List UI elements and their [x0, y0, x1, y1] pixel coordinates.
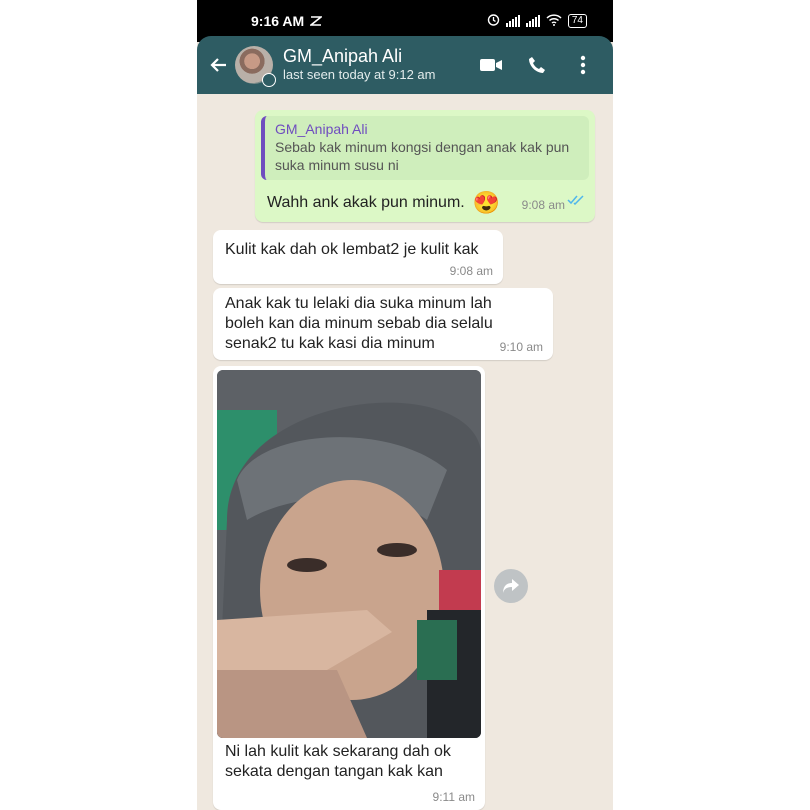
message-time: 9:11 am — [432, 790, 475, 804]
avatar[interactable] — [235, 46, 276, 87]
signal-icon — [505, 15, 520, 27]
wifi-icon — [546, 13, 562, 29]
image-caption: Ni lah kulit kak sekarang dah ok sekata … — [225, 743, 451, 780]
message-image[interactable]: Ni lah kulit kak sekarang dah ok sekata … — [213, 366, 485, 810]
more-vertical-icon[interactable] — [569, 51, 597, 79]
video-call-icon[interactable] — [477, 51, 505, 79]
photo-selfie[interactable] — [217, 370, 481, 738]
signal-2-icon — [525, 15, 540, 27]
message-time: 9:08 am — [521, 198, 565, 212]
message-time: 9:08 am — [449, 264, 493, 278]
emoji: 😍 — [472, 190, 501, 215]
status-time: 9:16 AM — [251, 13, 305, 29]
chat-area[interactable]: GM_Anipah Ali Sebab kak minum kongsi den… — [197, 94, 613, 810]
alarm-icon — [487, 13, 500, 29]
quote-text: Sebab kak minum kongsi dengan anak kak p… — [275, 139, 570, 173]
contact-name: GM_Anipah Ali — [283, 46, 403, 66]
forward-icon[interactable] — [494, 569, 528, 603]
last-seen: last seen today at 9:12 am — [283, 67, 436, 82]
message-text: Wahh ank akak pun minum. — [267, 194, 465, 211]
quote-author: GM_Anipah Ali — [275, 121, 368, 137]
chat-header: GM_Anipah Ali last seen today at 9:12 am — [197, 36, 613, 94]
message-incoming[interactable]: Anak kak tu lelaki dia suka minum lah bo… — [213, 288, 553, 360]
no-sim-icon — [308, 13, 324, 29]
message-text: Anak kak tu lelaki dia suka minum lah bo… — [225, 295, 493, 352]
message-incoming[interactable]: Kulit kak dah ok lembat2 je kulit kak 9:… — [213, 230, 503, 284]
quoted-message[interactable]: GM_Anipah Ali Sebab kak minum kongsi den… — [261, 116, 589, 180]
phone-icon[interactable] — [523, 51, 551, 79]
arrow-left-icon[interactable] — [203, 55, 235, 75]
message-text: Kulit kak dah ok lembat2 je kulit kak — [225, 241, 479, 258]
message-time: 9:10 am — [499, 340, 543, 354]
status-clock-icon — [262, 73, 276, 87]
contact-info[interactable]: GM_Anipah Ali last seen today at 9:12 am — [283, 46, 477, 84]
phone-screen: 9:16 AM 74 GM_Anipah Ali last seen today… — [197, 0, 613, 810]
message-outgoing[interactable]: GM_Anipah Ali Sebab kak minum kongsi den… — [255, 110, 595, 222]
battery-icon: 74 — [567, 14, 587, 28]
double-check-icon — [567, 192, 585, 210]
